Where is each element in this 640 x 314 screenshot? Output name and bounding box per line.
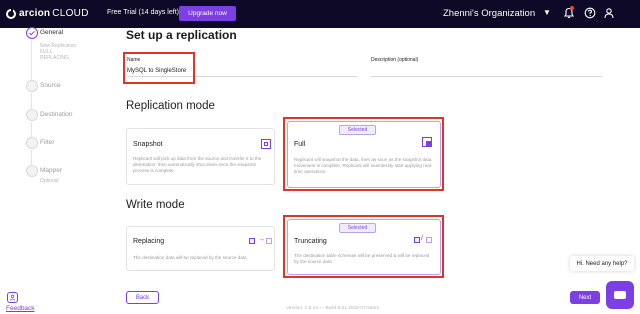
logo-suffix: CLOUD [52, 8, 89, 19]
step-mapper-sub: Optional [40, 178, 59, 184]
step-circle [26, 137, 38, 149]
arcion-logo-icon [6, 8, 16, 19]
step-destination-label: Destination [40, 111, 73, 118]
notification-dot [570, 6, 574, 10]
page-title: Set up a replication [126, 28, 237, 42]
chat-launcher-button[interactable] [606, 281, 634, 309]
snapshot-description: Replicant will pick up data from the sou… [133, 156, 262, 174]
step-general-label: General [40, 29, 64, 36]
replace-arrow-icon: → [249, 236, 273, 246]
stepper-connector [31, 40, 32, 80]
help-icon[interactable] [584, 7, 596, 19]
chevron-down-icon[interactable]: ▼ [543, 8, 551, 17]
stepper-connector [31, 122, 32, 137]
chat-icon [614, 291, 626, 299]
snapshot-title: Snapshot [133, 141, 163, 148]
replacing-description: The destination data will be replaced by… [133, 255, 247, 260]
replication-mode-heading: Replication mode [126, 100, 215, 112]
step-general-sub-3: REPLACING [40, 55, 69, 61]
version-info: Version: 1.8.14 — Build 8.21.2022-07:58a… [286, 306, 380, 311]
stepper-connector [31, 150, 32, 165]
step-circle [26, 109, 38, 121]
highlight-truncating-card [283, 215, 444, 278]
upgrade-button[interactable]: Upgrade now [179, 6, 236, 21]
top-navigation-bar: arcion CLOUD Free Trial (14 days left) U… [0, 0, 640, 28]
snapshot-icon [261, 139, 271, 149]
replacing-card[interactable]: Replacing → The destination data will be… [126, 226, 275, 271]
step-circle [26, 165, 38, 177]
stepper-connector [31, 93, 32, 109]
feedback-link[interactable]: Feedback [6, 305, 35, 312]
check-icon [26, 27, 38, 39]
highlight-full-card [283, 117, 444, 191]
description-field-underline [371, 76, 602, 77]
step-mapper-label: Mapper [40, 167, 63, 174]
organization-switcher[interactable]: Zhenni's Organization [443, 8, 535, 19]
highlight-name-field [123, 52, 195, 84]
step-source-label: Source [40, 82, 61, 89]
logo-name: arcion [19, 8, 51, 19]
trial-status: Free Trial (14 days left) [107, 9, 179, 16]
snapshot-card[interactable]: Snapshot Replicant will pick up data fro… [126, 128, 275, 185]
step-circle [26, 80, 38, 92]
next-button[interactable]: Next [570, 291, 600, 304]
arcion-logo[interactable]: arcion CLOUD [6, 8, 89, 19]
back-button[interactable]: Back [126, 291, 159, 304]
user-icon[interactable] [603, 7, 615, 19]
write-mode-heading: Write mode [126, 199, 185, 211]
chat-greeting[interactable]: Hi. Need any help? [570, 256, 634, 271]
replacing-title: Replacing [133, 238, 165, 245]
feedback-icon[interactable] [7, 292, 18, 303]
step-filter-label: Filter [40, 139, 55, 146]
description-field-label: Description (optional) [371, 57, 419, 63]
